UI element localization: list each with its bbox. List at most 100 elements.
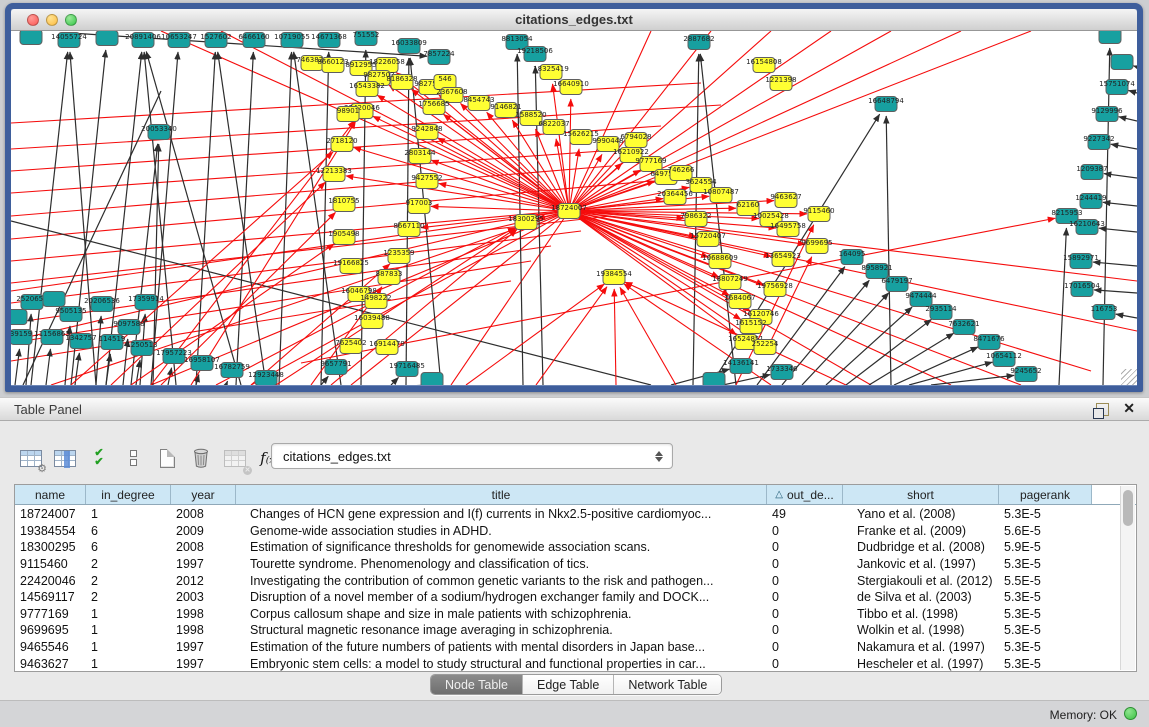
network-window-titlebar[interactable]: citations_edges.txt xyxy=(11,9,1137,31)
graph-node[interactable]: 39159 xyxy=(11,330,32,345)
graph-node[interactable]: 19166825 xyxy=(333,259,369,274)
graph-node[interactable]: 19218506 xyxy=(517,47,553,62)
graph-node[interactable]: 6479197 xyxy=(881,277,912,292)
graph-node[interactable]: 2718120 xyxy=(326,137,357,152)
graph-node[interactable]: 9097588 xyxy=(113,320,144,335)
graph-node[interactable]: 9129996 xyxy=(1091,107,1123,122)
graph-node[interactable]: 9657791 xyxy=(320,360,351,375)
graph-node[interactable]: 20891406 xyxy=(125,33,161,48)
graph-node[interactable]: 9115460 xyxy=(803,207,834,222)
graph-node[interactable]: 9505135 xyxy=(55,307,86,322)
graph-node[interactable] xyxy=(421,373,443,386)
select-rows-icon[interactable]: ✔✔ xyxy=(82,443,116,473)
graph-node[interactable]: 13654923 xyxy=(765,252,801,267)
graph-node[interactable]: 18325419 xyxy=(533,65,569,80)
graph-node[interactable]: 10807487 xyxy=(703,188,739,203)
graph-node[interactable]: 15892971 xyxy=(1063,254,1099,269)
scrollbar-thumb[interactable] xyxy=(1123,490,1133,526)
graph-node[interactable]: 116753 xyxy=(1091,305,1118,320)
graph-node[interactable]: 1756685 xyxy=(418,100,449,115)
graph-node[interactable]: 7986322 xyxy=(680,212,711,227)
new-table-icon[interactable] xyxy=(150,443,184,473)
graph-node[interactable]: 18807249 xyxy=(712,275,748,290)
graph-node[interactable]: 98901 xyxy=(337,107,359,122)
table-row[interactable]: 2242004622012Investigating the contribut… xyxy=(15,572,1119,589)
graph-node[interactable]: 19384554 xyxy=(596,270,632,285)
graph-node[interactable]: 1221398 xyxy=(765,76,796,91)
network-canvas[interactable]: 14055724 20891406106532471527602 6466160 10… xyxy=(11,31,1137,385)
table-settings-icon[interactable]: ⚙ xyxy=(14,443,48,473)
graph-node[interactable]: 9242848 xyxy=(411,125,442,140)
graph-node[interactable]: 16640910 xyxy=(553,80,589,95)
column-header-pagerank[interactable]: pagerank xyxy=(999,485,1092,504)
graph-node[interactable]: 12213383 xyxy=(316,167,352,182)
graph-node[interactable] xyxy=(11,310,27,325)
column-header-short[interactable]: short xyxy=(843,485,999,504)
graph-node[interactable]: 16033809 xyxy=(391,39,427,54)
float-panel-icon[interactable] xyxy=(1096,403,1109,416)
tab-edge-table[interactable]: Edge Table xyxy=(523,675,614,694)
table-row[interactable]: 911546021997Tourette syndrome. Phenomeno… xyxy=(15,556,1119,573)
graph-node[interactable]: 2803144 xyxy=(404,149,436,164)
graph-node[interactable] xyxy=(20,31,42,45)
graph-node[interactable]: 16154808 xyxy=(746,58,782,73)
graph-node[interactable]: 9463627 xyxy=(770,193,801,208)
column-header-out-degree[interactable]: △ out_de... xyxy=(767,485,843,504)
graph-node[interactable]: 14671368 xyxy=(311,33,347,48)
graph-node[interactable]: 1235359 xyxy=(383,249,414,264)
graph-node[interactable]: 2684067 xyxy=(724,294,755,309)
table-row[interactable]: 1830029562008Estimation of significance … xyxy=(15,539,1119,556)
graph-node[interactable]: 8667110 xyxy=(393,222,424,237)
graph-node[interactable]: 1209387 xyxy=(1076,165,1107,180)
graph-node[interactable] xyxy=(1111,55,1133,70)
graph-node[interactable] xyxy=(43,292,65,307)
graph-node[interactable]: 1250513 xyxy=(126,341,157,356)
graph-node[interactable]: 14136141 xyxy=(723,359,759,374)
graph-node[interactable]: 10719055 xyxy=(274,33,310,48)
table-select-dropdown[interactable]: citations_edges.txt xyxy=(271,443,673,469)
graph-node[interactable]: 1615152 xyxy=(735,319,766,334)
graph-node[interactable]: 8186328 xyxy=(386,75,417,90)
graph-node[interactable]: 10653247 xyxy=(161,33,197,48)
graph-node[interactable]: 6794028 xyxy=(620,133,651,148)
table-row[interactable]: 946554611997Estimation of the future num… xyxy=(15,639,1119,656)
graph-node[interactable]: 1810755 xyxy=(328,197,359,212)
graph-node[interactable]: 16543382 xyxy=(349,82,385,97)
graph-node[interactable]: 16648794 xyxy=(868,97,904,112)
column-header-title[interactable]: title xyxy=(236,485,767,504)
graph-node[interactable]: 1905498 xyxy=(328,230,359,245)
graph-node[interactable]: 1527602 xyxy=(200,33,231,48)
graph-node[interactable]: 19716485 xyxy=(389,362,425,377)
table-row[interactable]: 1456911722003Disruption of a novel membe… xyxy=(15,589,1119,606)
delete-rows-icon[interactable] xyxy=(184,443,218,473)
table-row[interactable]: 1872400712008Changes of HCN gene express… xyxy=(15,506,1119,523)
graph-node[interactable]: 19756928 xyxy=(757,282,793,297)
graph-node[interactable]: 887833 xyxy=(376,270,403,285)
column-header-year[interactable]: year xyxy=(171,485,236,504)
column-header-name[interactable]: name xyxy=(15,485,86,504)
graph-node[interactable]: 10688609 xyxy=(702,254,738,269)
graph-node[interactable]: 6466160 xyxy=(238,33,269,48)
graph-node[interactable] xyxy=(1099,31,1121,44)
tab-network-table[interactable]: Network Table xyxy=(614,675,721,694)
delete-table-icon[interactable]: ✕ xyxy=(218,443,252,473)
table-row[interactable]: 969969511998Structural magnetic resonanc… xyxy=(15,622,1119,639)
resize-grip-icon[interactable] xyxy=(1121,369,1137,385)
graph-node[interactable] xyxy=(96,31,118,46)
column-header-in-degree[interactable]: in_degree xyxy=(86,485,171,504)
graph-node[interactable]: 14055724 xyxy=(51,33,87,48)
graph-node[interactable]: 15751074 xyxy=(1099,80,1135,95)
graph-node[interactable]: 7632621 xyxy=(948,320,979,335)
table-row[interactable]: 977716911998Corpus callosum shape and si… xyxy=(15,606,1119,623)
show-columns-icon[interactable] xyxy=(48,443,82,473)
graph-node[interactable]: 252254 xyxy=(752,340,779,355)
graph-node[interactable]: 8660123 xyxy=(317,58,348,73)
graph-node[interactable]: 1498222 xyxy=(360,294,391,309)
table-row[interactable]: 1938455462009Genome-wide association stu… xyxy=(15,523,1119,540)
graph-node[interactable] xyxy=(703,373,725,386)
graph-node[interactable]: 1244419 xyxy=(1075,194,1106,209)
graph-node[interactable]: 16039488 xyxy=(354,314,390,329)
graph-node[interactable]: 7857224 xyxy=(423,50,455,65)
graph-node[interactable]: 9699695 xyxy=(801,239,832,254)
graph-node[interactable]: 164095 xyxy=(839,250,866,265)
